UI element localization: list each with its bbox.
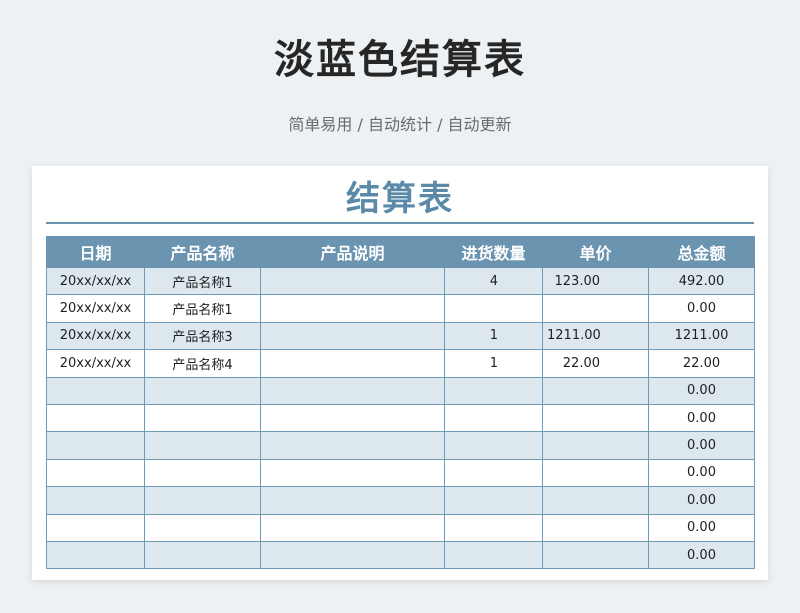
product-description-cell[interactable]	[260, 540, 445, 570]
sheet-title: 结算表	[346, 179, 454, 219]
product-description-cell[interactable]	[260, 376, 445, 405]
unit-price-cell[interactable]	[542, 540, 649, 570]
column-header-quantity[interactable]: 进货数量	[444, 236, 543, 268]
quantity-cell[interactable]	[444, 376, 543, 405]
product-name-cell[interactable]	[144, 540, 261, 570]
title-divider	[46, 222, 754, 224]
table-row: 20xx/xx/xx 产品名称1 4 123.00 492.00	[46, 266, 755, 296]
product-name-cell[interactable]	[144, 486, 261, 515]
product-name-cell[interactable]: 产品名称4	[144, 349, 261, 378]
column-header-unit-price[interactable]: 单价	[542, 236, 649, 268]
table-body: 20xx/xx/xx 产品名称1 4 123.00 492.00 20xx/xx/xx 产品…	[46, 266, 755, 570]
product-name-cell[interactable]	[144, 403, 261, 433]
date-cell[interactable]	[46, 403, 145, 433]
product-description-cell[interactable]	[260, 294, 445, 323]
date-cell[interactable]	[46, 540, 145, 570]
page-title: 淡蓝色结算表	[274, 37, 526, 83]
date-cell[interactable]	[46, 486, 145, 515]
quantity-cell[interactable]	[444, 540, 543, 570]
product-description-cell[interactable]	[260, 513, 445, 542]
column-header-total-amount[interactable]: 总金额	[648, 236, 755, 268]
table-row: 0.00	[46, 431, 755, 460]
unit-price-cell[interactable]	[542, 431, 649, 460]
product-name-cell[interactable]: 产品名称3	[144, 321, 261, 351]
unit-price-cell[interactable]	[542, 294, 649, 323]
product-description-cell[interactable]	[260, 403, 445, 433]
total-amount-cell[interactable]: 0.00	[648, 458, 755, 488]
total-amount-cell[interactable]: 492.00	[648, 266, 755, 296]
table-row: 0.00	[46, 540, 755, 570]
table-row: 20xx/xx/xx 产品名称1 0.00	[46, 294, 755, 323]
column-header-product-description[interactable]: 产品说明	[260, 236, 445, 268]
table-row: 0.00	[46, 486, 755, 515]
quantity-cell[interactable]	[444, 294, 543, 323]
product-description-cell[interactable]	[260, 266, 445, 296]
table-row: 0.00	[46, 513, 755, 542]
table-row: 0.00	[46, 458, 755, 488]
table-row: 20xx/xx/xx 产品名称3 1 1211.00 1211.00	[46, 321, 755, 351]
total-amount-cell[interactable]: 0.00	[648, 403, 755, 433]
product-description-cell[interactable]	[260, 458, 445, 488]
quantity-cell[interactable]	[444, 431, 543, 460]
quantity-cell[interactable]: 1	[444, 321, 543, 351]
unit-price-cell[interactable]	[542, 403, 649, 433]
unit-price-cell[interactable]	[542, 513, 649, 542]
date-cell[interactable]	[46, 431, 145, 460]
total-amount-cell[interactable]: 0.00	[648, 513, 755, 542]
total-amount-cell[interactable]: 0.00	[648, 431, 755, 460]
page-subtitle: 简单易用 / 自动统计 / 自动更新	[288, 115, 512, 134]
quantity-cell[interactable]	[444, 458, 543, 488]
date-cell[interactable]	[46, 513, 145, 542]
product-description-cell[interactable]	[260, 431, 445, 460]
quantity-cell[interactable]	[444, 513, 543, 542]
product-description-cell[interactable]	[260, 349, 445, 378]
total-amount-cell[interactable]: 0.00	[648, 540, 755, 570]
product-name-cell[interactable]	[144, 458, 261, 488]
unit-price-cell[interactable]: 123.00	[542, 266, 649, 296]
date-cell[interactable]	[46, 458, 145, 488]
total-amount-cell[interactable]: 1211.00	[648, 321, 755, 351]
table-row: 0.00	[46, 376, 755, 405]
unit-price-cell[interactable]: 22.00	[542, 349, 649, 378]
unit-price-cell[interactable]	[542, 486, 649, 515]
quantity-cell[interactable]	[444, 403, 543, 433]
product-name-cell[interactable]: 产品名称1	[144, 294, 261, 323]
settlement-table: 日期 产品名称 产品说明 进货数量 单价 总金额 20xx/xx/xx 产品名称1…	[46, 236, 755, 570]
product-description-cell[interactable]	[260, 321, 445, 351]
date-cell[interactable]: 20xx/xx/xx	[46, 321, 145, 351]
product-name-cell[interactable]	[144, 431, 261, 460]
date-cell[interactable]: 20xx/xx/xx	[46, 294, 145, 323]
settlement-sheet: 结算表 日期 产品名称 产品说明 进货数量 单价 总金额 20xx/xx/xx 产…	[32, 166, 768, 580]
quantity-cell[interactable]	[444, 486, 543, 515]
product-description-cell[interactable]	[260, 486, 445, 515]
column-header-date[interactable]: 日期	[46, 236, 145, 268]
product-name-cell[interactable]: 产品名称1	[144, 266, 261, 296]
unit-price-cell[interactable]: 1211.00	[542, 321, 649, 351]
table-header-row: 日期 产品名称 产品说明 进货数量 单价 总金额	[46, 236, 755, 268]
product-name-cell[interactable]	[144, 376, 261, 405]
quantity-cell[interactable]: 4	[444, 266, 543, 296]
total-amount-cell[interactable]: 0.00	[648, 486, 755, 515]
table-row: 0.00	[46, 403, 755, 433]
product-name-cell[interactable]	[144, 513, 261, 542]
date-cell[interactable]: 20xx/xx/xx	[46, 266, 145, 296]
table-row: 20xx/xx/xx 产品名称4 1 22.00 22.00	[46, 349, 755, 378]
unit-price-cell[interactable]	[542, 458, 649, 488]
date-cell[interactable]	[46, 376, 145, 405]
column-header-product-name[interactable]: 产品名称	[144, 236, 261, 268]
date-cell[interactable]: 20xx/xx/xx	[46, 349, 145, 378]
total-amount-cell[interactable]: 22.00	[648, 349, 755, 378]
unit-price-cell[interactable]	[542, 376, 649, 405]
quantity-cell[interactable]: 1	[444, 349, 543, 378]
total-amount-cell[interactable]: 0.00	[648, 376, 755, 405]
total-amount-cell[interactable]: 0.00	[648, 294, 755, 323]
